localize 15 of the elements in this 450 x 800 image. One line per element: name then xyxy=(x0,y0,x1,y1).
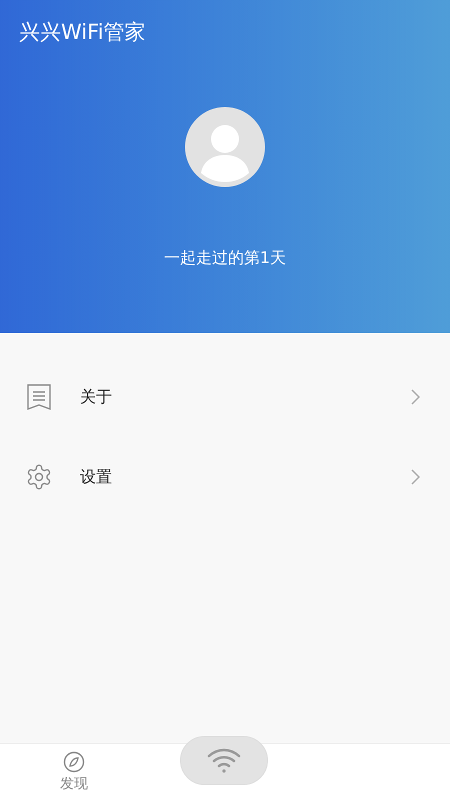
compass-icon xyxy=(63,751,85,773)
menu-item[interactable]: 关于 xyxy=(0,357,450,437)
settings-icon xyxy=(25,463,53,491)
avatar-icon[interactable] xyxy=(185,107,265,187)
wifi-icon xyxy=(207,748,241,774)
chevron-icon xyxy=(411,389,420,405)
app-title: 兴兴WiFi管家 xyxy=(19,19,146,46)
menu-label: 关于 xyxy=(80,386,113,408)
menu-item[interactable]: 设置 xyxy=(0,437,450,517)
wifi-button[interactable] xyxy=(180,736,268,785)
days-caption: 一起走过的第1天 xyxy=(164,247,286,269)
document-icon xyxy=(26,384,52,410)
menu-label: 设置 xyxy=(80,466,113,488)
nav-tab[interactable]: 发现 xyxy=(0,744,148,795)
chevron-icon xyxy=(411,469,420,485)
